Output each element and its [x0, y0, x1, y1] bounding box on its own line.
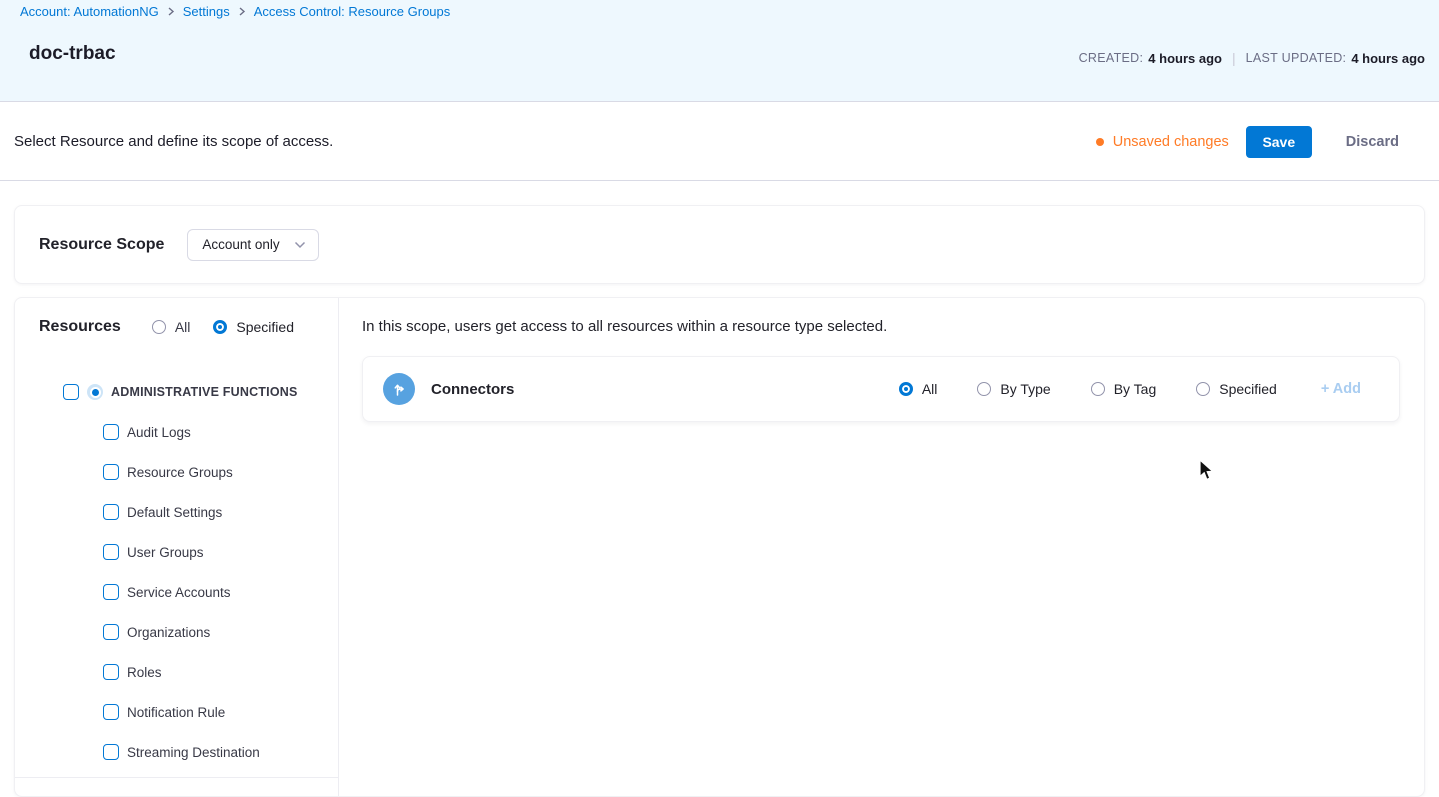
connectors-access-radio-group: All By Type By Tag Specified + Add — [899, 381, 1361, 397]
resources-heading: Resources — [39, 318, 121, 336]
header-meta: CREATED: 4 hours ago | LAST UPDATED: 4 h… — [1079, 50, 1425, 66]
checkbox-icon[interactable] — [63, 384, 79, 400]
resource-scope-heading: Resource Scope — [39, 236, 164, 254]
tree-item-audit-logs[interactable]: Audit Logs — [15, 412, 338, 452]
toolbar-actions: Unsaved changes Save Discard — [1096, 126, 1412, 158]
tree-item-label: Audit Logs — [127, 425, 191, 440]
checkbox-icon[interactable] — [103, 544, 119, 560]
checkbox-icon[interactable] — [103, 424, 119, 440]
tree-item-label: Notification Rule — [127, 705, 225, 720]
radio-icon[interactable] — [152, 320, 166, 334]
tree-item-resource-groups[interactable]: Resource Groups — [15, 452, 338, 492]
connectors-radio-by-tag[interactable]: By Tag — [1091, 381, 1157, 397]
radio-icon[interactable] — [977, 382, 991, 396]
resources-scope-radio-group: All Specified — [152, 319, 294, 335]
resources-radio-all[interactable]: All — [152, 319, 191, 335]
page-title: doc-trbac — [29, 43, 116, 65]
discard-button[interactable]: Discard — [1346, 134, 1399, 150]
radio-checked-icon[interactable] — [899, 382, 913, 396]
connectors-row: Connectors All By Type By Tag Specified — [362, 356, 1400, 422]
meta-separator: | — [1232, 50, 1236, 66]
connectors-label: Connectors — [431, 381, 514, 398]
admin-functions-badge-icon — [87, 384, 103, 400]
tree-item-label: Streaming Destination — [127, 745, 260, 760]
tree-item-organizations[interactable]: Organizations — [15, 612, 338, 652]
breadcrumb-settings-link[interactable]: Settings — [183, 4, 230, 19]
scope-description-text: In this scope, users get access to all r… — [362, 318, 887, 335]
resources-panel: Resources All Specified ADMINISTRATIVE F… — [15, 298, 338, 778]
tree-item-notification-rule[interactable]: Notification Rule — [15, 692, 338, 732]
tree-group-label: ADMINISTRATIVE FUNCTIONS — [111, 385, 298, 399]
tree-item-label: Service Accounts — [127, 585, 231, 600]
last-updated-value: 4 hours ago — [1351, 51, 1425, 66]
connectors-icon — [383, 373, 415, 405]
chevron-down-icon — [294, 241, 306, 249]
checkbox-icon[interactable] — [103, 464, 119, 480]
connectors-radio-specified-label[interactable]: Specified — [1219, 381, 1277, 397]
resources-radio-specified-label[interactable]: Specified — [236, 319, 294, 335]
resources-body-card: Resources All Specified ADMINISTRATIVE F… — [14, 297, 1425, 797]
last-updated-label: LAST UPDATED: — [1246, 51, 1347, 65]
radio-checked-icon[interactable] — [213, 320, 227, 334]
unsaved-changes-label: Unsaved changes — [1113, 134, 1229, 150]
connectors-radio-all[interactable]: All — [899, 381, 938, 397]
connectors-radio-by-type-label[interactable]: By Type — [1000, 381, 1050, 397]
save-button[interactable]: Save — [1246, 126, 1312, 158]
unsaved-changes-dot-icon — [1096, 138, 1104, 146]
tree-item-label: User Groups — [127, 545, 204, 560]
resource-scope-dropdown-value: Account only — [202, 237, 279, 252]
resources-header: Resources All Specified — [39, 318, 338, 336]
resources-tree: ADMINISTRATIVE FUNCTIONS Audit Logs Reso… — [15, 372, 338, 772]
resources-radio-all-label[interactable]: All — [175, 319, 191, 335]
created-value: 4 hours ago — [1148, 51, 1222, 66]
tree-item-streaming-destination[interactable]: Streaming Destination — [15, 732, 338, 772]
tree-item-label: Organizations — [127, 625, 210, 640]
resources-radio-specified[interactable]: Specified — [213, 319, 294, 335]
breadcrumb: Account: AutomationNG Settings Access Co… — [20, 4, 450, 19]
scope-detail-panel: In this scope, users get access to all r… — [339, 298, 1424, 796]
checkbox-icon[interactable] — [103, 744, 119, 760]
connectors-radio-by-type[interactable]: By Type — [977, 381, 1050, 397]
breadcrumb-resource-groups-link[interactable]: Access Control: Resource Groups — [254, 4, 451, 19]
toolbar-description: Select Resource and define its scope of … — [14, 133, 333, 150]
toolbar: Select Resource and define its scope of … — [0, 103, 1439, 181]
resource-scope-dropdown[interactable]: Account only — [187, 229, 318, 261]
tree-group-administrative-functions[interactable]: ADMINISTRATIVE FUNCTIONS — [15, 372, 338, 412]
created-label: CREATED: — [1079, 51, 1144, 65]
chevron-right-icon — [167, 7, 175, 16]
page-header: Account: AutomationNG Settings Access Co… — [0, 0, 1439, 102]
tree-item-label: Resource Groups — [127, 465, 233, 480]
tree-item-roles[interactable]: Roles — [15, 652, 338, 692]
checkbox-icon[interactable] — [103, 584, 119, 600]
chevron-right-icon — [238, 7, 246, 16]
tree-item-user-groups[interactable]: User Groups — [15, 532, 338, 572]
checkbox-icon[interactable] — [103, 664, 119, 680]
checkbox-icon[interactable] — [103, 704, 119, 720]
checkbox-icon[interactable] — [103, 624, 119, 640]
connectors-radio-by-tag-label[interactable]: By Tag — [1114, 381, 1157, 397]
checkbox-icon[interactable] — [103, 504, 119, 520]
tree-item-label: Default Settings — [127, 505, 222, 520]
resource-scope-card: Resource Scope Account only — [14, 205, 1425, 284]
tree-item-default-settings[interactable]: Default Settings — [15, 492, 338, 532]
radio-icon[interactable] — [1196, 382, 1210, 396]
add-connectors-button[interactable]: + Add — [1321, 381, 1361, 397]
connectors-radio-all-label[interactable]: All — [922, 381, 938, 397]
tree-item-service-accounts[interactable]: Service Accounts — [15, 572, 338, 612]
tree-item-label: Roles — [127, 665, 162, 680]
radio-icon[interactable] — [1091, 382, 1105, 396]
connectors-radio-specified[interactable]: Specified — [1196, 381, 1277, 397]
breadcrumb-account-link[interactable]: Account: AutomationNG — [20, 4, 159, 19]
